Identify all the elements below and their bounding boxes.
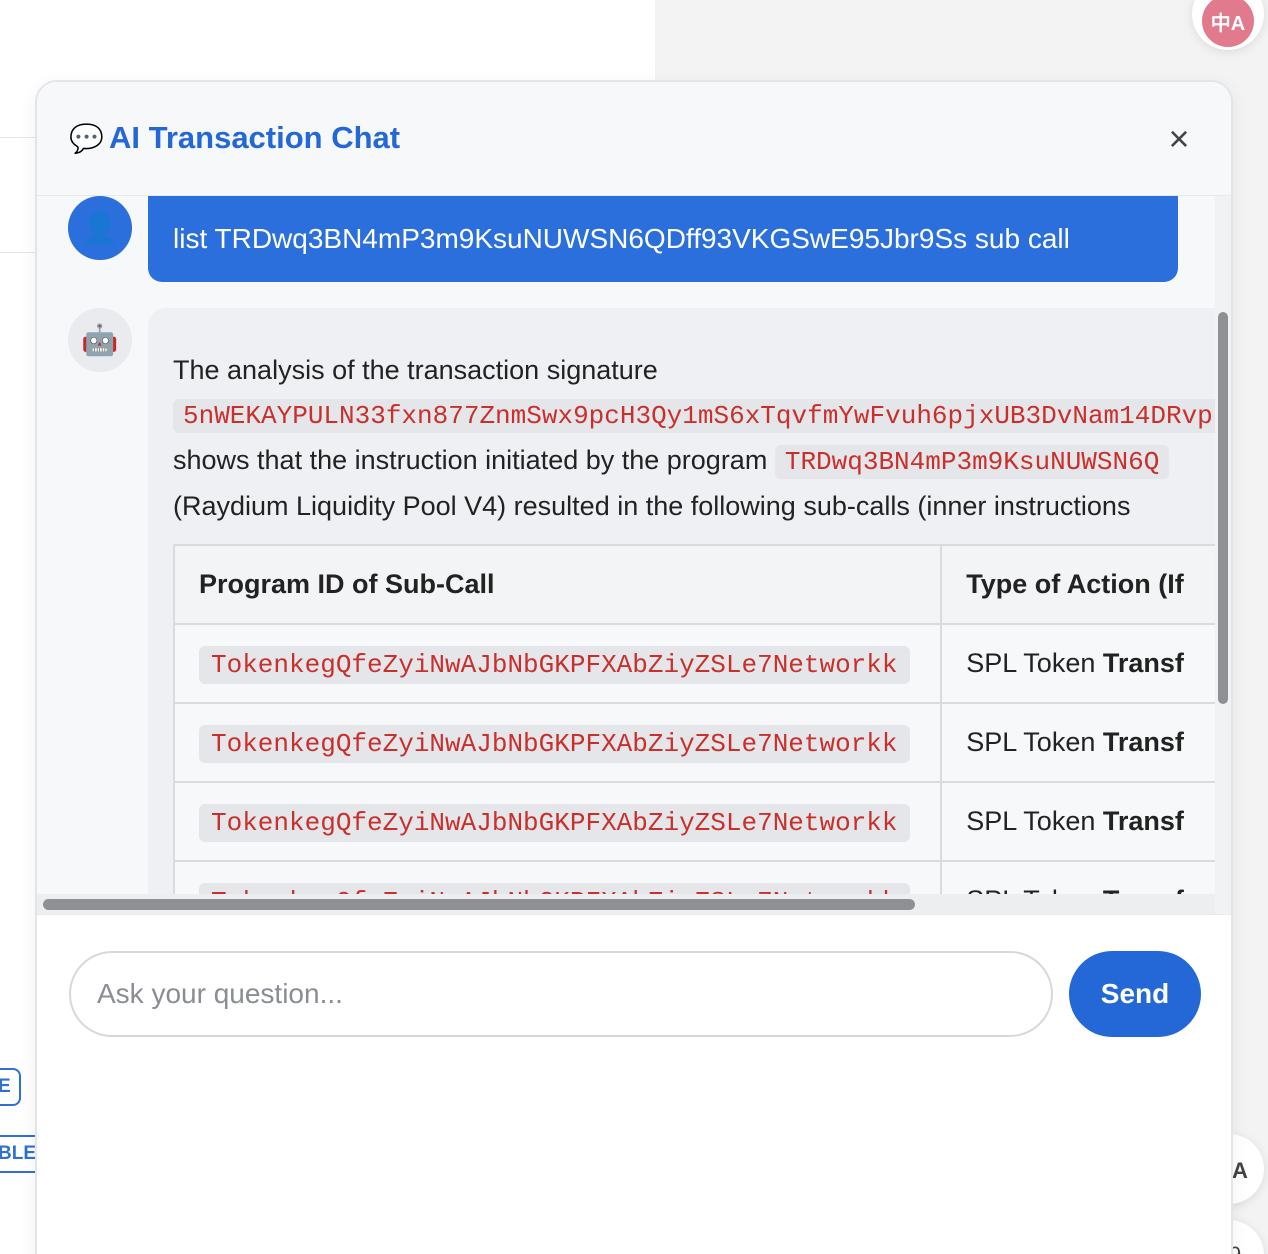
program-id-code: TokenkegQfeZyiNwAJbNbGKPFXAbZiyZSLe7Netw…	[199, 645, 910, 684]
table-cell: SPL Token Transf	[940, 702, 1231, 783]
background-divider	[0, 137, 40, 138]
bot-text-line: shows that the instruction initiated by …	[173, 445, 768, 475]
bot-message-text: The analysis of the transaction signatur…	[173, 348, 1231, 528]
composer: Send	[37, 914, 1231, 1254]
send-button[interactable]: Send	[1069, 951, 1201, 1037]
bot-text-line: (Raydium Liquidity Pool V4) resulted in …	[173, 491, 1131, 521]
user-icon: 👤	[81, 211, 119, 245]
robot-icon: 🤖	[81, 323, 119, 357]
translate-icon: 中A	[1202, 0, 1254, 47]
table-cell: SPL Token Transf	[940, 781, 1231, 862]
table-row: TokenkegQfeZyiNwAJbNbGKPFXAbZiyZSLe7Netw…	[172, 781, 1231, 862]
background-divider	[0, 252, 40, 253]
horizontal-scrollbar-thumb[interactable]	[43, 899, 915, 910]
bot-text-line: The analysis of the transaction signatur…	[173, 355, 658, 385]
chat-title: AI Transaction Chat	[109, 120, 401, 155]
question-input[interactable]	[69, 951, 1053, 1037]
table-row: TokenkegQfeZyiNwAJbNbGKPFXAbZiyZSLe7Netw…	[172, 623, 1231, 704]
chat-header: 💬 AI Transaction Chat ×	[37, 82, 1231, 196]
action-bold: Transf	[1102, 727, 1184, 757]
subcall-table: Program ID of Sub-Call Type of Action (I…	[172, 544, 1231, 914]
signature-code: 5nWEKAYPULN33fxn877ZnmSwx9pcH3Qy1mS6xTqv…	[173, 399, 1223, 433]
chat-bubble-icon: 💬	[69, 123, 104, 154]
vertical-scrollbar[interactable]	[1215, 196, 1231, 914]
column-header: Type of Action (If	[940, 544, 1231, 625]
program-id-code: TokenkegQfeZyiNwAJbNbGKPFXAbZiyZSLe7Netw…	[199, 803, 910, 842]
table-cell: SPL Token Transf	[940, 623, 1231, 704]
program-id-code: TokenkegQfeZyiNwAJbNbGKPFXAbZiyZSLe7Netw…	[199, 724, 910, 763]
column-header: Program ID of Sub-Call	[172, 544, 943, 625]
background-tag[interactable]: E	[0, 1068, 21, 1106]
action-bold: Transf	[1102, 806, 1184, 836]
horizontal-scrollbar[interactable]	[37, 894, 1215, 914]
user-avatar: 👤	[68, 196, 132, 260]
bot-message: The analysis of the transaction signatur…	[148, 308, 1231, 914]
program-code: TRDwq3BN4mP3m9KsuNUWSN6Q	[774, 445, 1170, 479]
user-message: list TRDwq3BN4mP3m9KsuNUWSN6QDff93VKGSwE…	[148, 196, 1178, 282]
close-button[interactable]: ×	[1161, 121, 1197, 158]
chat-panel: 💬 AI Transaction Chat × 👤 list TRDwq3BN4…	[35, 80, 1233, 1254]
translate-extension-button[interactable]: 中A	[1192, 0, 1264, 50]
vertical-scrollbar-thumb[interactable]	[1218, 312, 1228, 704]
message-list[interactable]: 👤 list TRDwq3BN4mP3m9KsuNUWSN6QDff93VKGS…	[37, 196, 1231, 914]
table-cell: TokenkegQfeZyiNwAJbNbGKPFXAbZiyZSLe7Netw…	[172, 781, 943, 862]
table-cell: TokenkegQfeZyiNwAJbNbGKPFXAbZiyZSLe7Netw…	[172, 702, 943, 783]
table-row: TokenkegQfeZyiNwAJbNbGKPFXAbZiyZSLe7Netw…	[172, 702, 1231, 783]
action-bold: Transf	[1102, 648, 1184, 678]
action-text: SPL Token	[966, 806, 1096, 836]
table-header-row: Program ID of Sub-Call Type of Action (I…	[172, 544, 1231, 625]
table-cell: TokenkegQfeZyiNwAJbNbGKPFXAbZiyZSLe7Netw…	[172, 623, 943, 704]
action-text: SPL Token	[966, 648, 1096, 678]
bot-avatar: 🤖	[68, 308, 132, 372]
action-text: SPL Token	[966, 727, 1096, 757]
